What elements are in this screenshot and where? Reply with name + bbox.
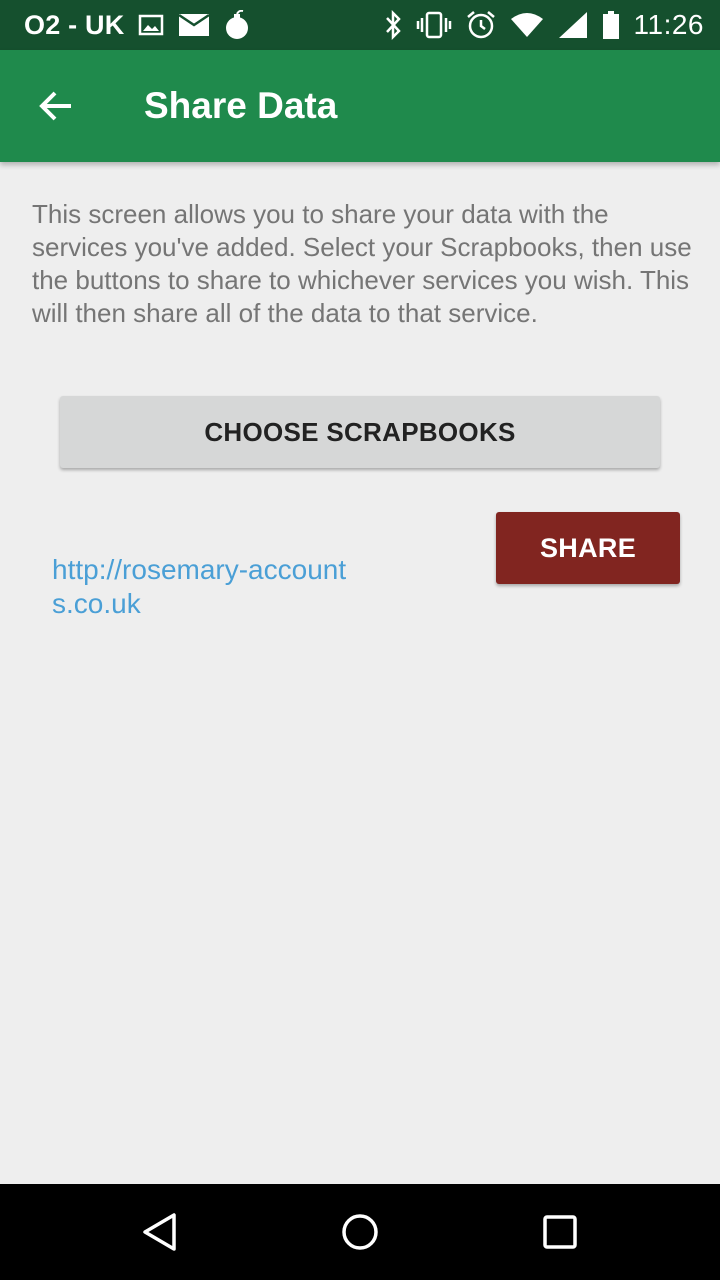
carrier-name: O2 - UK (24, 9, 125, 40)
arrow-left-icon (39, 91, 71, 121)
navigation-bar (0, 1184, 720, 1280)
choose-scrapbooks-button[interactable]: CHOOSE SCRAPBOOKS (60, 396, 660, 468)
wifi-icon (510, 12, 544, 38)
status-bar-right: 11:26 (384, 0, 705, 50)
signal-icon (558, 11, 588, 39)
app-bar: Share Data (0, 50, 720, 162)
share-description: This screen allows you to share your dat… (32, 199, 692, 328)
nav-home-button[interactable] (320, 1204, 400, 1260)
alarm-icon (466, 10, 496, 40)
back-button[interactable] (24, 78, 88, 134)
bluetooth-icon (384, 10, 402, 40)
nav-recents-button[interactable] (520, 1204, 600, 1260)
vibrate-icon (416, 11, 452, 39)
bomb-icon (224, 10, 250, 40)
image-icon (138, 14, 164, 36)
mail-icon (178, 13, 211, 37)
home-circle-icon (342, 1214, 378, 1250)
recents-square-icon (543, 1215, 577, 1249)
status-clock: 11:26 (633, 9, 704, 40)
nav-back-button[interactable] (120, 1204, 200, 1260)
battery-icon (602, 10, 620, 40)
share-button[interactable]: SHARE (496, 512, 680, 584)
status-bar-left: O2 - UK (24, 0, 250, 50)
back-triangle-icon (143, 1213, 176, 1251)
page-title: Share Data (144, 85, 338, 126)
service-url-link[interactable]: http://rosemary-accounts.co.uk (52, 553, 352, 621)
status-bar: O2 - UK 11:26 (0, 0, 720, 50)
